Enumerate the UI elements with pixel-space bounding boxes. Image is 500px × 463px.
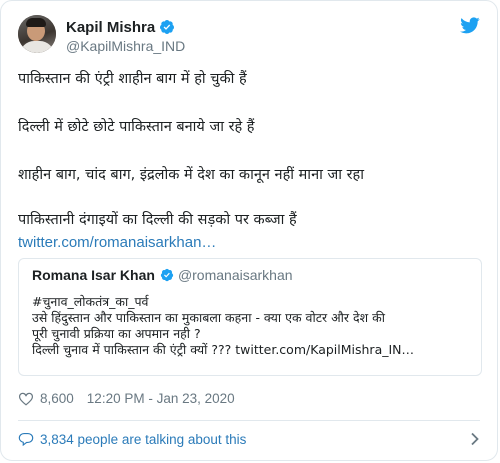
talking-about-text[interactable]: 3,834 people are talking about this	[40, 432, 246, 447]
tweet-header: Kapil Mishra @KapilMishra_IND	[18, 15, 480, 59]
heart-icon[interactable]	[18, 391, 34, 406]
quoted-line: दिल्ली चुनाव में पाकिस्तान की एंट्री क्य…	[32, 342, 415, 357]
author-handle[interactable]: @KapilMishra_IND	[66, 38, 185, 54]
quoted-author-row: Romana Isar Khan @romanaisarkhan	[32, 267, 293, 283]
quoted-line: #चुनाव_लोकतंत्र_का_पर्व	[32, 294, 149, 309]
author-name-row[interactable]: Kapil Mishra	[66, 18, 175, 36]
tweet-paragraph: दिल्ली में छोटे छोटे पाकिस्तान बनाये जा …	[18, 119, 255, 135]
conversation-link[interactable]: 3,834 people are talking about this	[18, 429, 480, 449]
tweet-card: Kapil Mishra @KapilMishra_IND पाकिस्तान …	[0, 0, 498, 461]
speech-bubble-icon	[18, 433, 34, 446]
divider	[18, 420, 480, 421]
avatar[interactable]	[18, 15, 56, 53]
like-count[interactable]: 8,600	[40, 391, 74, 406]
quoted-author-handle: @romanaisarkhan	[177, 267, 293, 283]
tweet-paragraph: पाकिस्तानी दंगाइयों का दिल्ली की सड़को प…	[18, 212, 297, 228]
author-name[interactable]: Kapil Mishra	[66, 19, 155, 36]
quoted-tweet-text: #चुनाव_लोकतंत्र_का_पर्व उसे हिंदुस्तान औ…	[32, 294, 472, 358]
tweet-paragraph: पाकिस्तान की एंट्री शाहीन बाग में हो चुक…	[18, 71, 247, 87]
quoted-line: पूरी चुनावी प्रक्रिया का अपमान नही ?	[32, 326, 201, 341]
quoted-tweet[interactable]: Romana Isar Khan @romanaisarkhan #चुनाव_…	[18, 258, 482, 376]
twitter-bird-icon[interactable]	[460, 17, 480, 34]
quoted-tweet-link[interactable]: twitter.com/romanaisarkhan…	[18, 231, 216, 255]
verified-badge-icon	[160, 268, 174, 282]
chevron-right-icon[interactable]	[470, 432, 480, 446]
tweet-timestamp[interactable]: 12:20 PM - Jan 23, 2020	[87, 391, 235, 406]
quoted-author-name: Romana Isar Khan	[32, 267, 155, 283]
tweet-paragraph: शाहीन बाग, चांद बाग, इंद्रलोक में देश का…	[18, 167, 364, 183]
verified-badge-icon	[160, 20, 175, 34]
tweet-meta: 8,600 12:20 PM - Jan 23, 2020	[18, 389, 235, 407]
quoted-line: उसे हिंदुस्तान और पाकिस्तान का मुकाबला क…	[32, 310, 385, 325]
